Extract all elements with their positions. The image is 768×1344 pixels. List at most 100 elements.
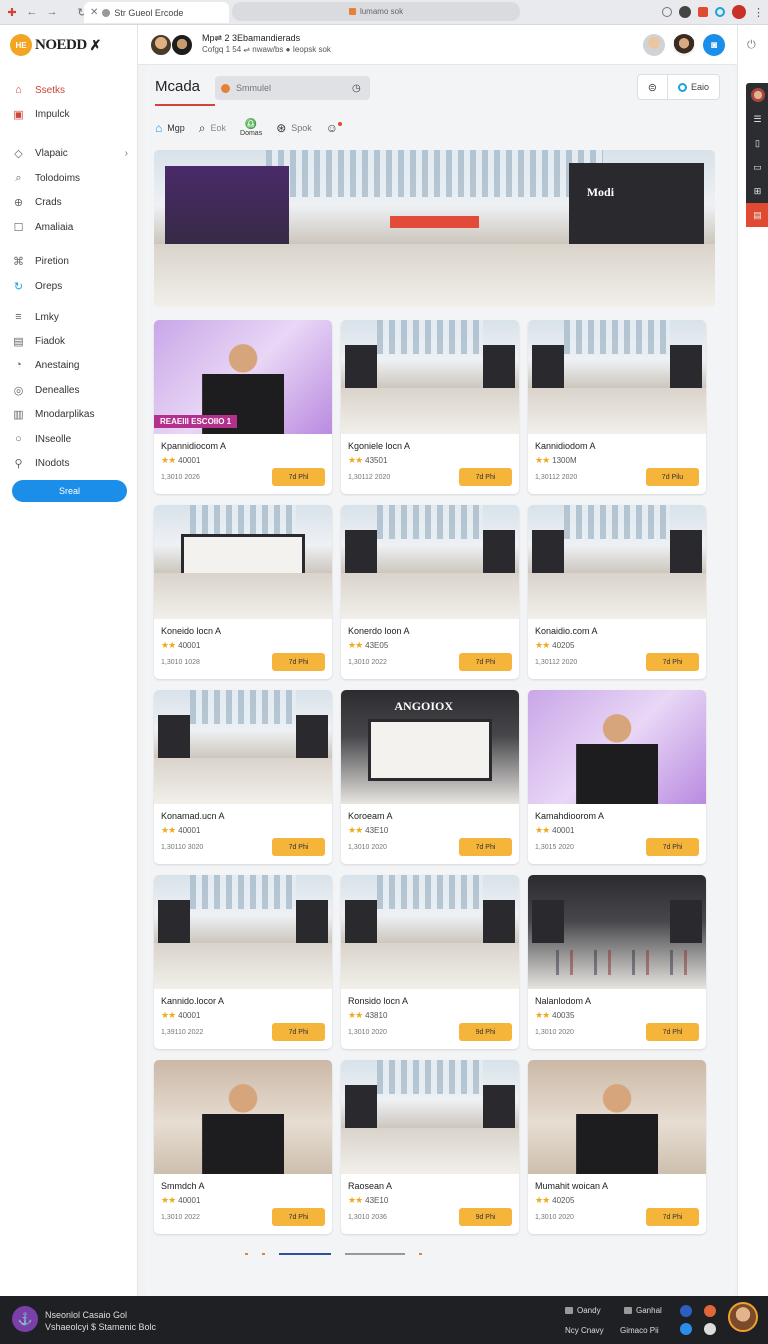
sidebar-primary-button[interactable]: Sreal bbox=[12, 480, 127, 502]
mail-icon[interactable] bbox=[698, 7, 708, 17]
sidebar-item-vlapaic[interactable]: ◇ Vlapaic › bbox=[12, 147, 128, 160]
sidebar-item-lmky[interactable]: ≡ Lmky bbox=[12, 311, 128, 323]
power-icon[interactable] bbox=[704, 1323, 716, 1335]
sidebar-item-ssetks[interactable]: ⌂ Ssetks bbox=[12, 84, 128, 96]
filter-search[interactable]: ⌕ Eok bbox=[199, 121, 226, 136]
store-card[interactable]: Mumahit woican A ★★ 40205 1,3010 2020 7d Phi bbox=[528, 1060, 706, 1234]
hero-banner-image[interactable]: Modi bbox=[154, 150, 715, 307]
rail-avatar-icon[interactable] bbox=[746, 83, 768, 107]
taskbar-item[interactable]: Gimaco Pii bbox=[620, 1326, 659, 1335]
history-icon[interactable]: ◷ bbox=[352, 83, 361, 94]
price-button[interactable]: 7d Phi bbox=[272, 1208, 325, 1226]
price-button[interactable]: 7d Phi bbox=[646, 838, 699, 856]
avatar-group[interactable] bbox=[150, 34, 193, 56]
sidebar-item-anestaing[interactable]: ◔ Anestaing bbox=[12, 359, 128, 371]
sync-icon[interactable] bbox=[715, 7, 725, 17]
pager-bar[interactable] bbox=[345, 1253, 405, 1255]
bookmark-icon[interactable]: ▯ bbox=[746, 131, 768, 155]
price-button[interactable]: 7d Phi bbox=[459, 838, 512, 856]
taskbar-item[interactable]: Oandy bbox=[565, 1306, 601, 1315]
filter-domas[interactable]: ♎ Domas bbox=[240, 119, 262, 137]
sidebar-item-denealles[interactable]: ◎ Denealles bbox=[12, 384, 128, 397]
taskbar-item[interactable]: Ncy Cnavy bbox=[565, 1326, 604, 1335]
ring-icon: ○ bbox=[15, 433, 22, 445]
address-bar[interactable]: lumamo sok bbox=[232, 2, 520, 21]
alert-icon[interactable] bbox=[704, 1305, 716, 1317]
sidebar-item-label: Crads bbox=[35, 196, 62, 208]
list-icon[interactable]: ☰ bbox=[746, 107, 768, 131]
notification-icon[interactable]: ▤ bbox=[746, 203, 768, 227]
store-card[interactable]: Ronsido locn A ★★ 43810 1,3010 2020 9d Phi bbox=[341, 875, 519, 1049]
filter-more[interactable]: ☺ bbox=[326, 121, 343, 135]
cart-icon[interactable]: ⊞ bbox=[746, 179, 768, 203]
power-icon[interactable]: ⏻ bbox=[747, 39, 756, 52]
price-button[interactable]: 7d Phl bbox=[272, 468, 325, 486]
app-logo[interactable]: HE NOEDD ✗ bbox=[10, 34, 101, 56]
menu-icon[interactable]: ⋮ bbox=[753, 6, 764, 19]
settings-button[interactable]: ⊜ bbox=[638, 75, 667, 99]
store-card[interactable]: Koneido locn A ★★ 40001 1,3010 1028 7d Phi bbox=[154, 505, 332, 679]
store-card[interactable]: Konaidio.com A ★★ 40205 1,30112 2020 7d Phi bbox=[528, 505, 706, 679]
search-box[interactable]: ◷ bbox=[215, 76, 370, 100]
store-card[interactable]: Kannido.locor A ★★ 40001 1,39110 2022 7d Phi bbox=[154, 875, 332, 1049]
pager-dot[interactable] bbox=[245, 1253, 248, 1255]
price-button[interactable]: 7d Phi bbox=[459, 468, 512, 486]
store-card[interactable]: Kgoniele locn A ★★ 43501 1,30112 2020 7d Phi bbox=[341, 320, 519, 494]
sidebar-item-mnodarplikas[interactable]: ▥ Mnodarplikas bbox=[12, 408, 128, 421]
back-icon[interactable]: ← bbox=[24, 4, 40, 20]
search-input[interactable] bbox=[236, 83, 346, 93]
pager-dot[interactable] bbox=[419, 1253, 422, 1255]
store-card[interactable]: Raosean A ★★ 43E10 1,3010 2036 9d Phi bbox=[341, 1060, 519, 1234]
filter-map[interactable]: ⌂ Mgp bbox=[155, 121, 185, 135]
help-icon[interactable] bbox=[680, 1305, 692, 1317]
price-button[interactable]: 7d Phi bbox=[459, 653, 512, 671]
sidebar-item-piretion[interactable]: ⌘ Piretion bbox=[12, 255, 128, 268]
sidebar-item-inodots[interactable]: ⚲ INodots bbox=[12, 457, 128, 470]
price-button[interactable]: 7d Phi bbox=[272, 1023, 325, 1041]
price-button[interactable]: 7d Phi bbox=[272, 653, 325, 671]
sidebar-item-crads[interactable]: ⊕ Crads bbox=[12, 196, 128, 209]
store-card[interactable]: Konerdo loon A ★★ 43E05 1,3010 2022 7d Phi bbox=[341, 505, 519, 679]
globe-icon[interactable] bbox=[680, 1323, 692, 1335]
account-button[interactable]: ◙ bbox=[703, 34, 725, 56]
store-card[interactable]: REAEIII ESCOIIO 1 Kpannidiocom A ★★ 40001 1,… bbox=[154, 320, 332, 494]
user-avatar-button[interactable] bbox=[643, 34, 665, 56]
store-card[interactable]: ANGOIOX Koroeam A ★★ 43E10 1,3010 2020 7d Phi bbox=[341, 690, 519, 864]
sidebar-item-inseolle[interactable]: ○ INseolle bbox=[12, 433, 128, 445]
browser-tab[interactable]: ✕ Str Gueol Ercode bbox=[84, 2, 229, 23]
store-card[interactable]: Konamad.ucn A ★★ 40001 1,30110 3020 7d Phi bbox=[154, 690, 332, 864]
user-avatar-button[interactable] bbox=[673, 34, 695, 56]
action-button[interactable]: Eaio bbox=[666, 75, 719, 99]
store-card[interactable]: Nalanlodom A ★★ 40035 1,3010 2020 7d Phl bbox=[528, 875, 706, 1049]
price-button[interactable]: 9d Phi bbox=[459, 1023, 512, 1041]
pager-dot[interactable] bbox=[262, 1253, 265, 1255]
price-button[interactable]: 7d Phi bbox=[646, 653, 699, 671]
profile-icon[interactable] bbox=[732, 5, 746, 19]
user-avatar[interactable] bbox=[728, 1302, 758, 1332]
info-icon[interactable] bbox=[662, 7, 672, 17]
filter-spok[interactable]: ⊛ Spok bbox=[276, 121, 312, 135]
price-button[interactable]: 7d Phi bbox=[272, 838, 325, 856]
taskbar-item[interactable]: Ganhal bbox=[624, 1306, 662, 1315]
page-icon[interactable]: ▭ bbox=[746, 155, 768, 179]
anchor-icon[interactable]: ⚓ bbox=[12, 1306, 38, 1332]
price-button[interactable]: 9d Phi bbox=[459, 1208, 512, 1226]
tab-title: Str Gueol Ercode bbox=[114, 7, 184, 18]
sidebar-item-fiadok[interactable]: ▤ Fiadok bbox=[12, 335, 128, 348]
sidebar-item-oreps[interactable]: ↻ Oreps bbox=[12, 280, 128, 293]
storefront-image bbox=[296, 715, 329, 759]
sidebar-item-impulck[interactable]: ▣ Impulck bbox=[12, 108, 128, 121]
store-card[interactable]: Kannidiodom A ★★ 1300M 1,30112 2020 7d Pilu bbox=[528, 320, 706, 494]
tag-icon: ⊛ bbox=[276, 121, 287, 135]
store-card[interactable]: Kamahdioorom A ★★ 40001 1,3015 2020 7d Phi bbox=[528, 690, 706, 864]
price-button[interactable]: 7d Phl bbox=[646, 1023, 699, 1041]
extension-icon[interactable] bbox=[679, 6, 691, 18]
price-button[interactable]: 7d Pilu bbox=[646, 468, 699, 486]
sidebar-item-tolodoims[interactable]: ⌕ Tolodoims bbox=[12, 172, 128, 184]
price-button[interactable]: 7d Phi bbox=[646, 1208, 699, 1226]
forward-icon[interactable]: → bbox=[44, 4, 60, 20]
store-card[interactable]: Smmdch A ★★ 40001 1,3010 2022 7d Phi bbox=[154, 1060, 332, 1234]
pager-active[interactable] bbox=[279, 1253, 331, 1255]
sidebar-item-amaliaia[interactable]: ☐ Amaliaia bbox=[12, 221, 128, 234]
close-icon[interactable]: ✕ bbox=[90, 7, 98, 18]
